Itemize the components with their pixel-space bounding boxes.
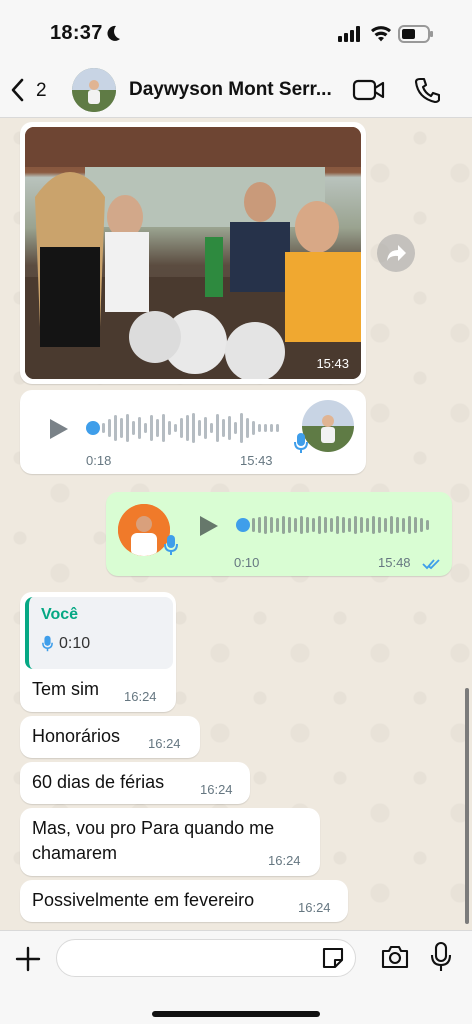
restaurant-photo xyxy=(25,127,361,379)
message-text: Honorários xyxy=(32,726,121,746)
message-text: Tem sim xyxy=(32,679,99,699)
signal-icon xyxy=(338,26,360,42)
message-text: Mas, vou pro Para quando me chamarem xyxy=(32,818,275,863)
message-input[interactable] xyxy=(56,939,356,977)
play-icon[interactable] xyxy=(48,417,70,441)
message-text: 60 dias de férias xyxy=(32,772,165,792)
text-message[interactable]: Possivelmente em fevereiro 16:24 xyxy=(20,880,348,922)
message-time: 16:24 xyxy=(268,853,301,868)
forward-icon xyxy=(387,245,406,261)
message-time: 15:43 xyxy=(240,453,273,468)
avatar-photo xyxy=(118,504,170,556)
quoted-message[interactable]: Você 0:10 xyxy=(25,597,173,669)
camera-icon[interactable] xyxy=(380,944,410,970)
video-call-icon[interactable] xyxy=(352,78,386,102)
quote-duration: 0:10 xyxy=(59,635,91,652)
message-time: 15:48 xyxy=(378,555,411,570)
play-icon[interactable] xyxy=(198,514,220,538)
mic-icon[interactable] xyxy=(430,941,452,973)
status-bar: 18:37 xyxy=(0,0,472,62)
back-icon[interactable] xyxy=(8,77,28,103)
avatar-photo xyxy=(302,400,354,452)
waveform[interactable] xyxy=(102,412,279,444)
scroll-indicator[interactable] xyxy=(465,688,469,924)
mic-icon xyxy=(164,535,178,555)
moon-icon xyxy=(107,25,120,41)
message-time: 16:24 xyxy=(200,782,233,797)
mic-icon xyxy=(42,635,53,652)
playback-position-dot[interactable] xyxy=(86,421,100,435)
text-message[interactable]: Mas, vou pro Para quando me chamarem 16:… xyxy=(20,808,320,876)
voice-duration: 0:10 xyxy=(234,555,260,570)
quote-author: Você xyxy=(41,606,79,623)
sender-avatar xyxy=(302,400,354,452)
playback-position-dot[interactable] xyxy=(236,518,250,532)
text-message[interactable]: 60 dias de férias 16:24 xyxy=(20,762,250,804)
waveform[interactable] xyxy=(252,509,429,541)
voice-duration: 0:18 xyxy=(86,453,112,468)
photo-message[interactable]: 15:43 xyxy=(20,122,366,384)
input-bar xyxy=(0,930,472,1024)
plus-icon[interactable] xyxy=(14,945,42,973)
voice-message-incoming[interactable]: 0:18 15:43 xyxy=(20,390,366,474)
voice-message-outgoing[interactable]: 0:10 15:48 xyxy=(106,492,452,576)
forward-button[interactable] xyxy=(377,234,415,272)
contact-avatar[interactable] xyxy=(72,68,116,112)
chat-header: 2 Daywyson Mont Serr... xyxy=(0,62,472,118)
home-indicator[interactable] xyxy=(152,1011,320,1017)
wifi-icon xyxy=(371,26,391,42)
read-ticks-icon xyxy=(422,559,440,570)
message-text: Possivelmente em fevereiro xyxy=(32,890,255,910)
phone-icon[interactable] xyxy=(414,76,440,104)
own-avatar xyxy=(118,504,170,556)
contact-name[interactable]: Daywyson Mont Serr... xyxy=(129,79,344,101)
mic-icon xyxy=(294,433,308,453)
reply-message[interactable]: Você 0:10 Tem sim 16:24 xyxy=(20,592,176,712)
photo-timestamp: 15:43 xyxy=(316,356,349,371)
text-message[interactable]: Honorários 16:24 xyxy=(20,716,200,758)
avatar-photo xyxy=(72,68,116,112)
battery-icon xyxy=(398,25,433,43)
sticker-icon[interactable] xyxy=(320,945,346,971)
message-time: 16:24 xyxy=(124,689,157,704)
unread-count[interactable]: 2 xyxy=(36,80,47,102)
shared-photo[interactable]: 15:43 xyxy=(25,127,361,379)
message-time: 16:24 xyxy=(298,900,331,915)
status-time: 18:37 xyxy=(50,22,103,44)
message-time: 16:24 xyxy=(148,736,181,751)
